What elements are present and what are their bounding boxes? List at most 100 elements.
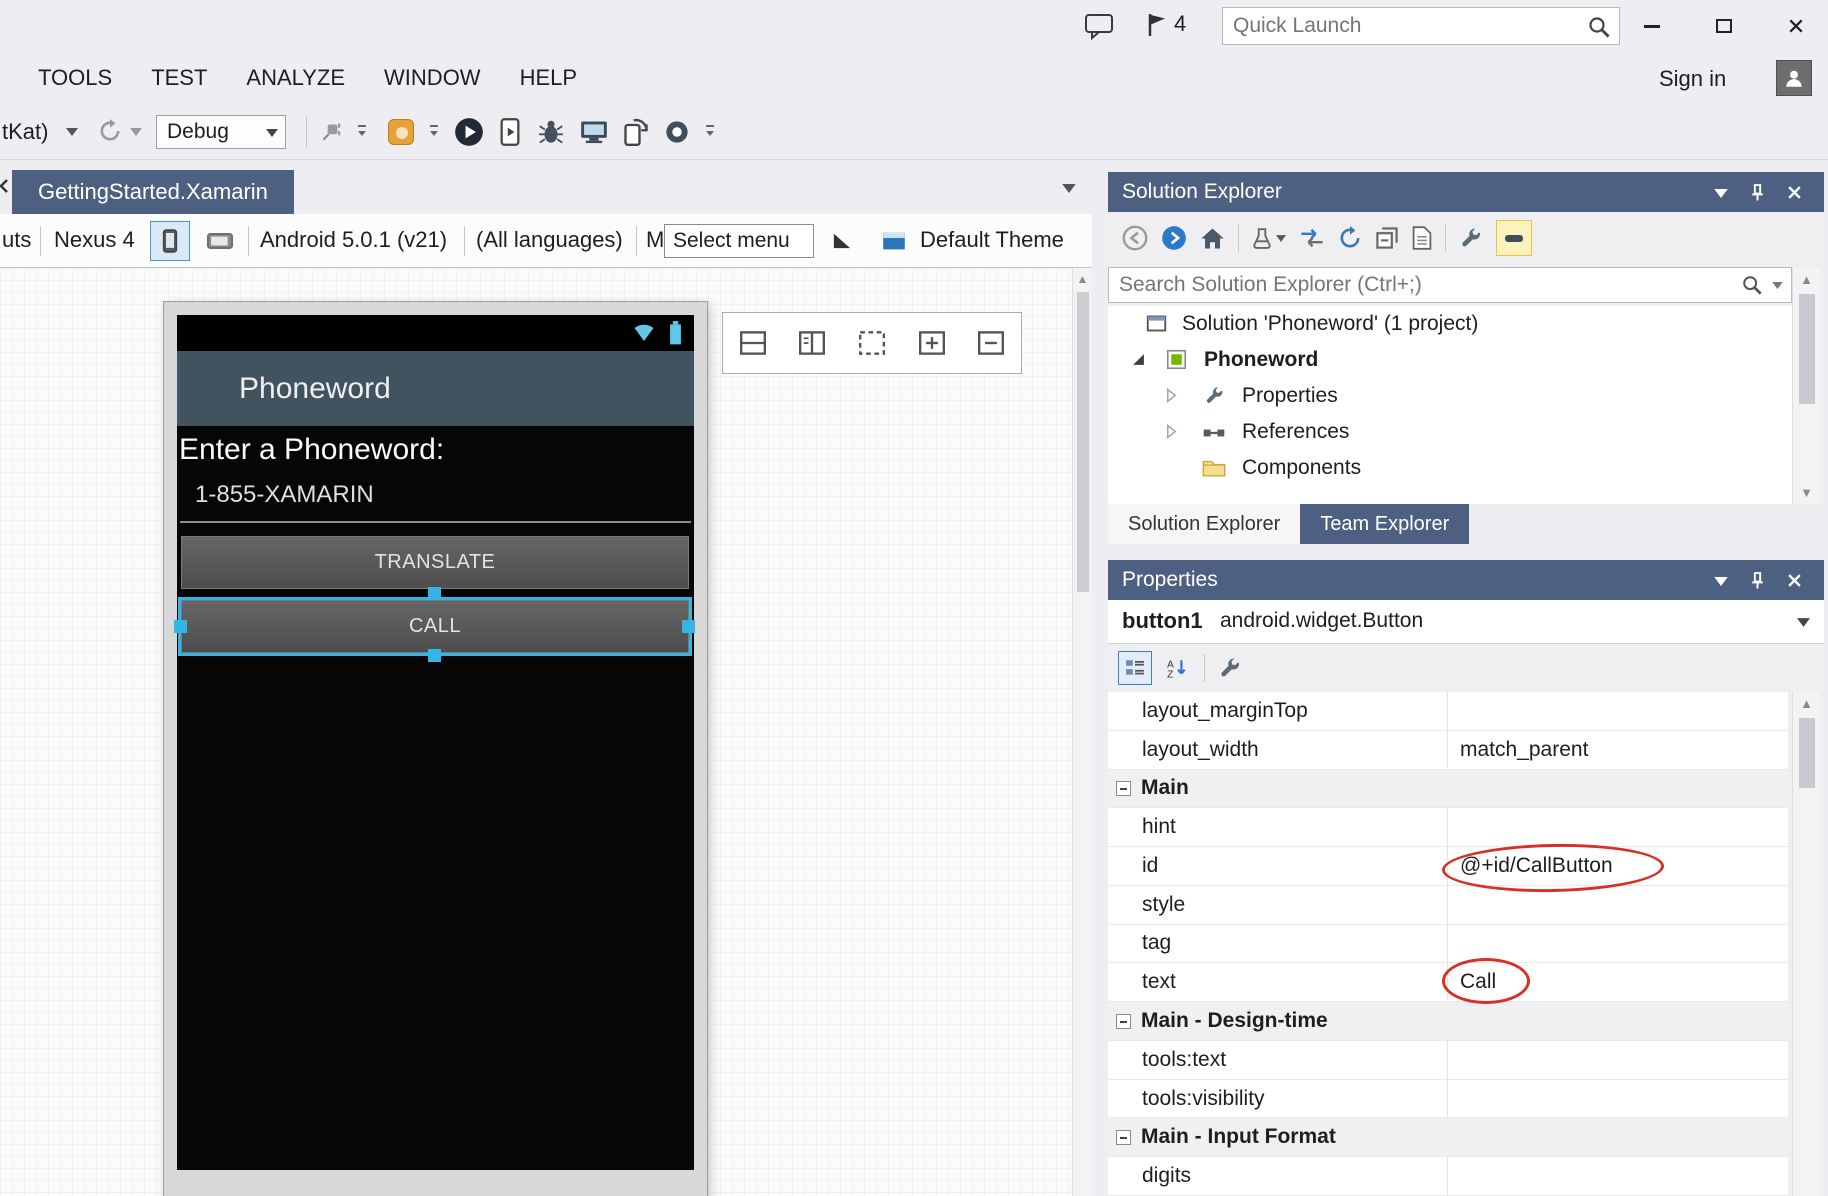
sign-in-link[interactable]: Sign in: [1659, 66, 1726, 92]
split-horizontal-icon[interactable]: [738, 330, 768, 356]
tab-team-explorer[interactable]: Team Explorer: [1300, 504, 1469, 544]
close-button[interactable]: [1772, 8, 1820, 44]
properties-scrollbar[interactable]: ▲: [1792, 692, 1820, 1196]
start-debug-icon[interactable]: [454, 117, 484, 147]
scope-dropdown[interactable]: [1252, 227, 1286, 249]
debug-configuration-combo[interactable]: Debug: [156, 115, 286, 149]
property-row-digits[interactable]: digits: [1108, 1157, 1788, 1196]
solution-explorer-scrollbar[interactable]: ▲ ▼: [1792, 268, 1820, 504]
document-tab[interactable]: GettingStarted.Xamarin: [12, 170, 294, 214]
chevron-down-icon[interactable]: [130, 128, 142, 136]
close-icon[interactable]: [1787, 573, 1802, 588]
selection-handle-top[interactable]: [428, 587, 441, 600]
phone-screen[interactable]: Phoneword Enter a Phoneword: 1-855-XAMAR…: [177, 315, 694, 1170]
tree-item-references[interactable]: References: [1108, 414, 1792, 450]
tab-scroll-left-icon[interactable]: [0, 178, 8, 194]
menu-analyze[interactable]: ANALYZE: [246, 65, 345, 91]
pin-icon[interactable]: [1749, 572, 1766, 589]
attach-plug-icon[interactable]: [320, 119, 344, 143]
search-icon[interactable]: [1587, 15, 1611, 39]
property-row-style[interactable]: style: [1108, 886, 1788, 925]
theme-selector[interactable]: Default Theme: [920, 227, 1064, 253]
landscape-orientation-button[interactable]: [200, 221, 240, 261]
scroll-up-icon[interactable]: ▲: [1793, 696, 1820, 711]
toolbar-overflow-icon[interactable]: [356, 124, 368, 140]
property-name[interactable]: digits: [1108, 1157, 1448, 1195]
property-row-tag[interactable]: tag: [1108, 925, 1788, 964]
portrait-orientation-button[interactable]: [150, 221, 190, 261]
selection-frame-icon[interactable]: [857, 330, 887, 356]
property-name[interactable]: text: [1108, 963, 1448, 1001]
chevron-down-icon[interactable]: [66, 128, 78, 136]
scroll-up-icon[interactable]: ▲: [1793, 272, 1820, 287]
selection-handle-bottom[interactable]: [428, 649, 441, 662]
notification-flag-icon[interactable]: [1146, 12, 1168, 38]
window-position-icon[interactable]: [1714, 577, 1728, 586]
tree-item-label[interactable]: Components: [1242, 456, 1361, 480]
property-name[interactable]: id: [1108, 847, 1448, 885]
refresh-icon[interactable]: [1338, 226, 1362, 250]
property-name[interactable]: layout_marginTop: [1108, 692, 1448, 730]
configuration-dropdown-partial[interactable]: tKat): [2, 119, 48, 145]
solution-explorer-header[interactable]: Solution Explorer: [1108, 172, 1824, 212]
scroll-up-icon[interactable]: ▲: [1073, 272, 1092, 286]
tree-item-label[interactable]: Properties: [1242, 384, 1338, 408]
run-on-device-icon[interactable]: [500, 117, 520, 147]
minimize-button[interactable]: [1628, 8, 1676, 44]
selection-handle-left[interactable]: [174, 620, 187, 633]
profiler-donut-icon[interactable]: [664, 119, 690, 145]
split-vertical-icon[interactable]: [797, 330, 827, 356]
designer-canvas[interactable]: ▲ Phoneword Enter a Phoneword: 1-855-XAM…: [0, 268, 1092, 1196]
refresh-icon[interactable]: [98, 119, 122, 143]
designer-left-partial-label[interactable]: uts: [2, 227, 31, 253]
collapse-box-icon[interactable]: [1116, 1130, 1131, 1145]
tree-item-properties[interactable]: Properties: [1108, 378, 1792, 414]
designer-scrollbar[interactable]: ▲: [1072, 268, 1092, 1196]
tree-item-label[interactable]: Phoneword: [1204, 348, 1318, 372]
selection-handle-right[interactable]: [682, 620, 695, 633]
pin-icon[interactable]: [1749, 184, 1766, 201]
quick-launch-input[interactable]: [1233, 12, 1573, 40]
collapsed-arrow-icon[interactable]: [1166, 424, 1177, 439]
property-name[interactable]: hint: [1108, 808, 1448, 846]
device-screen-icon[interactable]: [580, 120, 608, 144]
categorized-view-button[interactable]: [1118, 651, 1152, 685]
menu-test[interactable]: TEST: [151, 65, 207, 91]
close-icon[interactable]: [1787, 185, 1802, 200]
theme-window-icon[interactable]: [882, 231, 906, 251]
sync-with-active-document-icon[interactable]: [1299, 228, 1325, 248]
property-name[interactable]: tools:visibility: [1108, 1080, 1448, 1118]
tree-item-solution[interactable]: Solution 'Phoneword' (1 project): [1108, 306, 1792, 342]
search-icon[interactable]: [1741, 274, 1763, 296]
call-button[interactable]: CALL: [181, 600, 689, 653]
quick-launch-box[interactable]: [1222, 7, 1620, 45]
toolbar-overflow-icon[interactable]: [704, 124, 716, 140]
notification-count[interactable]: 4: [1174, 11, 1186, 37]
property-row-hint[interactable]: hint: [1108, 808, 1788, 847]
device-selector[interactable]: Nexus 4: [54, 227, 135, 253]
solution-search-input[interactable]: [1119, 271, 1709, 299]
translate-button[interactable]: TRANSLATE: [181, 536, 689, 589]
property-row-layout_marginTop[interactable]: layout_marginTop: [1108, 692, 1788, 731]
tab-solution-explorer[interactable]: Solution Explorer: [1108, 504, 1300, 544]
zoom-out-icon[interactable]: [976, 330, 1006, 356]
scroll-down-icon[interactable]: ▼: [1793, 485, 1820, 500]
home-icon[interactable]: [1200, 227, 1225, 250]
property-name[interactable]: style: [1108, 886, 1448, 924]
language-selector[interactable]: (All languages): [476, 227, 623, 253]
show-all-files-button[interactable]: [1496, 220, 1532, 256]
properties-header[interactable]: Properties: [1108, 560, 1824, 600]
collapsed-arrow-icon[interactable]: [1166, 388, 1177, 403]
prompt-label[interactable]: Enter a Phoneword:: [179, 433, 444, 467]
tree-item-components[interactable]: Components: [1108, 450, 1792, 486]
collapse-box-icon[interactable]: [1116, 781, 1131, 796]
property-name[interactable]: layout_width: [1108, 731, 1448, 769]
wrench-icon[interactable]: [1218, 656, 1242, 680]
alphabetical-sort-button[interactable]: [1160, 651, 1194, 685]
property-row-tools-text[interactable]: tools:text: [1108, 1041, 1788, 1080]
avatar[interactable]: [1776, 60, 1812, 96]
back-icon[interactable]: [1122, 225, 1148, 251]
menu-window[interactable]: WINDOW: [384, 65, 481, 91]
wrench-icon[interactable]: [1459, 226, 1483, 250]
chevron-down-icon[interactable]: [1797, 618, 1810, 627]
